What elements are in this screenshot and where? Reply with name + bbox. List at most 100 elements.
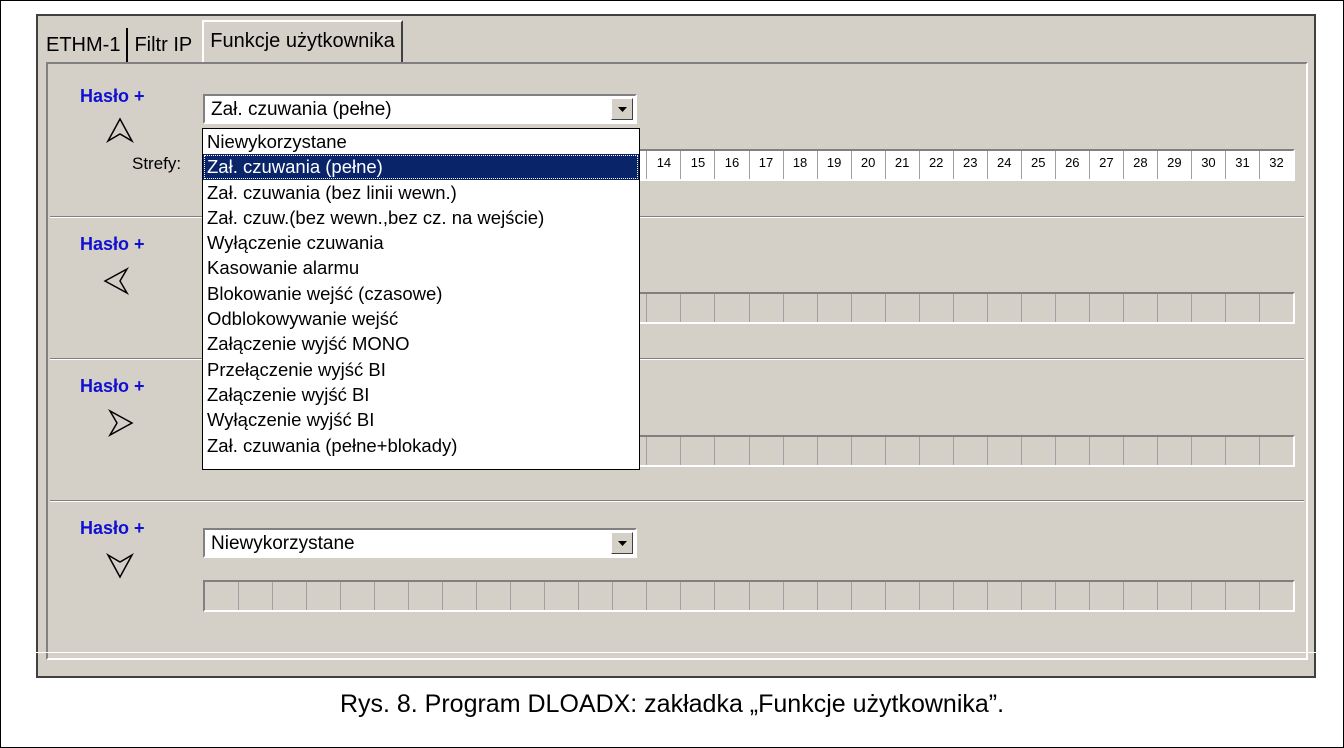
zone-cell[interactable] xyxy=(409,582,444,610)
zone-cell[interactable] xyxy=(1226,437,1260,465)
zone-cell[interactable] xyxy=(750,294,784,322)
zone-cell[interactable]: 25 xyxy=(1022,151,1056,179)
zone-cell[interactable] xyxy=(818,582,852,610)
dropdown-button[interactable] xyxy=(611,532,633,554)
dropdown-option[interactable]: Niewykorzystane xyxy=(203,129,639,154)
zone-cell[interactable] xyxy=(1260,582,1293,610)
zone-cell[interactable] xyxy=(750,437,784,465)
dropdown-button[interactable] xyxy=(611,98,633,120)
zone-cell[interactable] xyxy=(443,582,478,610)
zones-grid-down[interactable] xyxy=(203,580,1295,612)
zone-cell[interactable] xyxy=(273,582,308,610)
zone-cell[interactable]: 16 xyxy=(715,151,750,179)
dropdown-option[interactable]: Kasowanie alarmu xyxy=(203,255,639,280)
zone-cell[interactable] xyxy=(647,437,682,465)
zone-cell[interactable] xyxy=(750,582,784,610)
zone-cell[interactable]: 14 xyxy=(647,151,682,179)
zone-cell[interactable] xyxy=(239,582,274,610)
dropdown-option[interactable]: Zał. czuwania (pełne+blokady) xyxy=(203,433,639,458)
zone-cell[interactable]: 32 xyxy=(1260,151,1293,179)
zone-cell[interactable] xyxy=(1260,294,1293,322)
dropdown-option[interactable]: Zał. czuwania (pełne) xyxy=(203,154,639,180)
zone-cell[interactable] xyxy=(1192,294,1226,322)
zone-cell[interactable] xyxy=(818,437,852,465)
zone-cell[interactable] xyxy=(1124,437,1158,465)
zone-cell[interactable] xyxy=(1226,582,1260,610)
zone-cell[interactable] xyxy=(852,582,886,610)
zone-cell[interactable] xyxy=(1056,437,1090,465)
zone-cell[interactable] xyxy=(307,582,342,610)
zone-cell[interactable] xyxy=(886,437,920,465)
zone-cell[interactable] xyxy=(886,294,920,322)
zone-cell[interactable] xyxy=(1158,437,1192,465)
zone-cell[interactable] xyxy=(920,582,954,610)
zone-cell[interactable] xyxy=(784,582,818,610)
zone-cell[interactable] xyxy=(954,582,988,610)
zone-cell[interactable]: 29 xyxy=(1158,151,1192,179)
function-dropdown-list[interactable]: Niewykorzystane Zał. czuwania (pełne) Zał.… xyxy=(202,128,640,470)
zone-cell[interactable] xyxy=(681,437,716,465)
tab-ethm1[interactable]: ETHM-1 xyxy=(40,28,129,62)
zone-cell[interactable] xyxy=(1090,294,1124,322)
zone-cell[interactable] xyxy=(1192,582,1226,610)
zone-cell[interactable] xyxy=(477,582,512,610)
zone-cell[interactable]: 20 xyxy=(852,151,886,179)
zone-cell[interactable] xyxy=(988,294,1022,322)
zone-cell[interactable]: 17 xyxy=(750,151,784,179)
zone-cell[interactable]: 30 xyxy=(1192,151,1226,179)
zone-cell[interactable] xyxy=(681,294,716,322)
zone-cell[interactable] xyxy=(784,294,818,322)
zone-cell[interactable] xyxy=(715,437,750,465)
zone-cell[interactable] xyxy=(1090,437,1124,465)
dropdown-option[interactable]: Zał. czuw.(bez wewn.,bez cz. na wejście) xyxy=(203,205,639,230)
zone-cell[interactable] xyxy=(1158,294,1192,322)
zone-cell[interactable]: 18 xyxy=(784,151,818,179)
zone-cell[interactable]: 24 xyxy=(988,151,1022,179)
zone-cell[interactable]: 31 xyxy=(1226,151,1260,179)
zone-cell[interactable] xyxy=(988,437,1022,465)
zone-cell[interactable] xyxy=(715,582,750,610)
zone-cell[interactable] xyxy=(818,294,852,322)
function-select-up[interactable]: Zał. czuwania (pełne) xyxy=(203,94,637,124)
zone-cell[interactable]: 28 xyxy=(1124,151,1158,179)
zone-cell[interactable] xyxy=(511,582,546,610)
zone-cell[interactable] xyxy=(1022,582,1056,610)
dropdown-option[interactable]: Załączenie wyjść BI xyxy=(203,382,639,407)
zone-cell[interactable] xyxy=(920,437,954,465)
zone-cell[interactable] xyxy=(545,582,580,610)
zone-cell[interactable] xyxy=(1090,582,1124,610)
dropdown-option[interactable]: Wyłączenie wyjść BI xyxy=(203,407,639,432)
zone-cell[interactable] xyxy=(1056,294,1090,322)
tab-funkcje-uzytkownika[interactable]: Funkcje użytkownika xyxy=(202,20,403,62)
zone-cell[interactable] xyxy=(205,582,240,610)
dropdown-option[interactable]: Zał. czuwania (bez linii wewn.) xyxy=(203,180,639,205)
zone-cell[interactable] xyxy=(852,294,886,322)
zone-cell[interactable] xyxy=(920,294,954,322)
zone-cell[interactable] xyxy=(1056,582,1090,610)
zone-cell[interactable] xyxy=(1022,294,1056,322)
zone-cell[interactable] xyxy=(852,437,886,465)
zone-cell[interactable]: 21 xyxy=(886,151,920,179)
dropdown-option[interactable]: Załączenie wyjść MONO xyxy=(203,331,639,356)
tab-filtr-ip[interactable]: Filtr IP xyxy=(128,28,198,62)
zone-cell[interactable] xyxy=(579,582,614,610)
dropdown-option[interactable]: Blokowanie wejść (czasowe) xyxy=(203,281,639,306)
zone-cell[interactable] xyxy=(681,582,716,610)
zone-cell[interactable] xyxy=(1158,582,1192,610)
function-select-down[interactable]: Niewykorzystane xyxy=(203,528,637,558)
zone-cell[interactable] xyxy=(647,582,682,610)
dropdown-option[interactable]: Przełączenie wyjść BI xyxy=(203,357,639,382)
zone-cell[interactable] xyxy=(1226,294,1260,322)
zone-cell[interactable]: 22 xyxy=(920,151,954,179)
zone-cell[interactable]: 26 xyxy=(1056,151,1090,179)
zone-cell[interactable] xyxy=(647,294,682,322)
zone-cell[interactable] xyxy=(1260,437,1293,465)
zone-cell[interactable] xyxy=(988,582,1022,610)
dropdown-option[interactable]: Wyłączenie czuwania xyxy=(203,230,639,255)
zone-cell[interactable]: 19 xyxy=(818,151,852,179)
zone-cell[interactable] xyxy=(1022,437,1056,465)
zone-cell[interactable]: 15 xyxy=(681,151,716,179)
zone-cell[interactable]: 23 xyxy=(954,151,988,179)
zone-cell[interactable]: 27 xyxy=(1090,151,1124,179)
dropdown-option[interactable]: Odblokowywanie wejść xyxy=(203,306,639,331)
